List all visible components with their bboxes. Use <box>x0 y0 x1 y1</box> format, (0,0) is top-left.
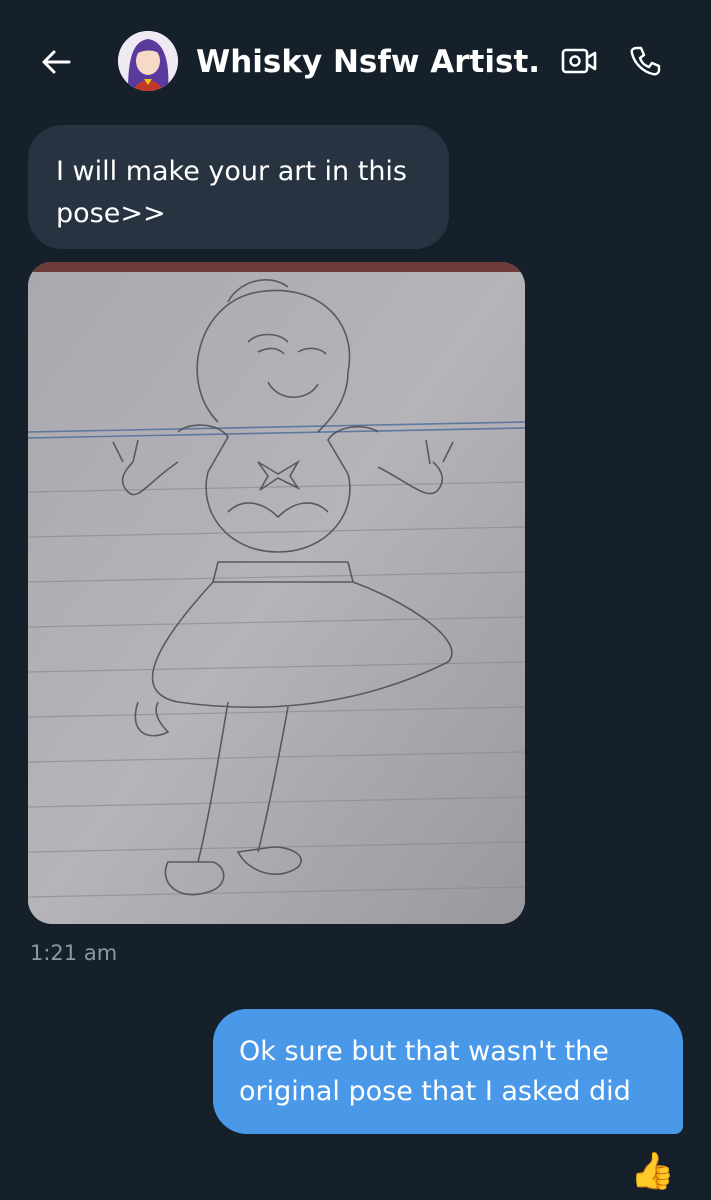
phone-icon <box>630 46 661 76</box>
chat-header: Whisky Nsfw Artist... <box>0 0 711 120</box>
video-call-button[interactable] <box>556 38 602 84</box>
avatar-image <box>118 31 178 91</box>
pencil-sketch-image <box>28 262 525 924</box>
arrow-left-icon <box>42 50 71 74</box>
thumbs-up-reaction[interactable]: 👍 <box>630 1150 675 1194</box>
video-call-icon <box>561 48 597 74</box>
call-button[interactable] <box>622 38 668 84</box>
outgoing-message[interactable]: Ok sure but that wasn't the original pos… <box>213 1009 683 1134</box>
message-timestamp: 1:21 am <box>30 941 118 965</box>
shared-image[interactable] <box>28 262 525 924</box>
incoming-message[interactable]: I will make your art in this pose>> <box>28 125 449 249</box>
avatar[interactable] <box>118 31 178 91</box>
back-button[interactable] <box>34 40 78 84</box>
contact-name[interactable]: Whisky Nsfw Artist... <box>196 40 541 84</box>
